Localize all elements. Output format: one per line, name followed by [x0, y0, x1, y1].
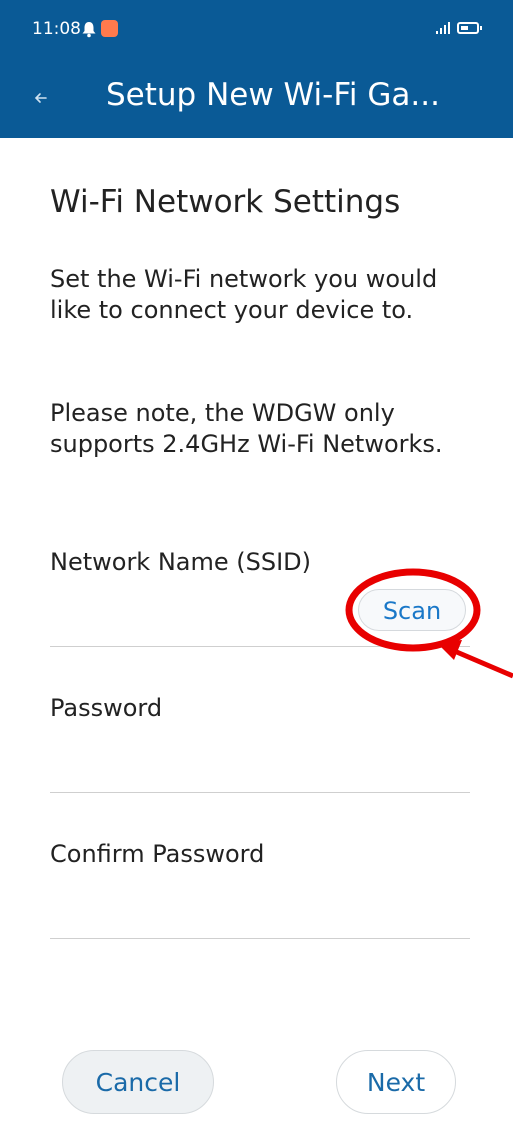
confirm-password-input[interactable] [50, 890, 334, 928]
ssid-input[interactable] [50, 598, 334, 636]
signal-icon [436, 22, 450, 34]
password-label: Password [50, 694, 163, 722]
confirm-password-label: Confirm Password [50, 840, 265, 868]
battery-icon [457, 22, 482, 34]
cancel-button[interactable]: Cancel [62, 1050, 214, 1114]
annotation-arrow-head [436, 640, 462, 660]
next-button[interactable]: Next [336, 1050, 456, 1114]
note-text: Please note, the WDGW only supports 2.4G… [50, 399, 443, 458]
confirm-password-underline [50, 938, 470, 939]
app-bar: Setup New Wi-Fi Ga... [0, 60, 513, 138]
arrow-left-icon[interactable] [30, 87, 52, 109]
section-title: Wi-Fi Network Settings [50, 184, 401, 220]
annotation-arrow-line [451, 647, 513, 679]
password-underline [50, 792, 470, 793]
bell-icon [82, 22, 96, 38]
status-bar: 11:08 [0, 0, 513, 60]
password-input[interactable] [50, 744, 334, 782]
ssid-underline [50, 646, 470, 647]
app-notification-icon [101, 20, 118, 37]
scan-button[interactable]: Scan [358, 589, 466, 631]
intro-text: Set the Wi-Fi network you would like to … [50, 265, 438, 324]
page-title: Setup New Wi-Fi Ga... [106, 77, 440, 113]
status-time: 11:08 [32, 19, 81, 39]
ssid-label: Network Name (SSID) [50, 548, 312, 576]
